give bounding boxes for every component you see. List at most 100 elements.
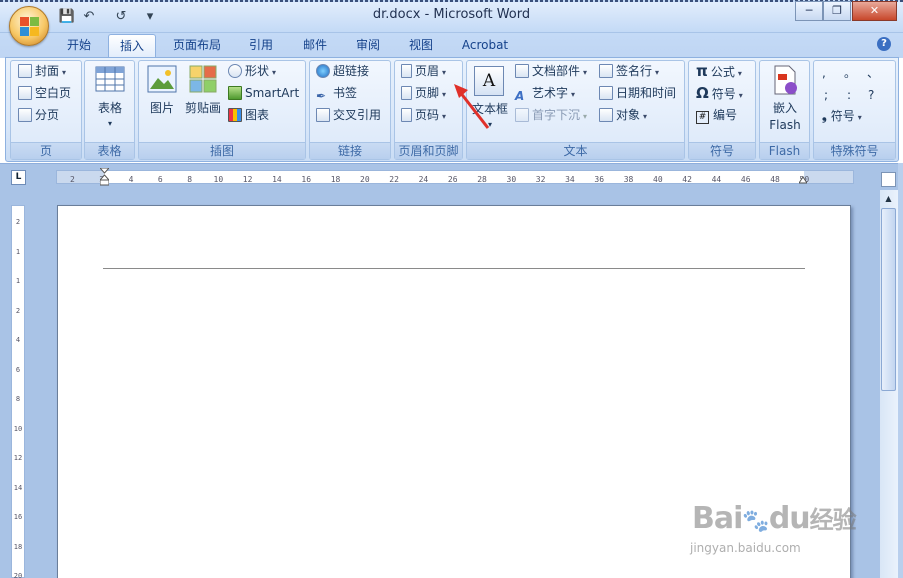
bookmark-icon: ✒ xyxy=(316,89,327,103)
blank-page-button[interactable]: 空白页 xyxy=(18,84,71,103)
symbol-button[interactable]: Ω 符号 ▾ xyxy=(696,84,743,103)
hyperlink-button[interactable]: 超链接 xyxy=(316,62,369,81)
date-time-label: 日期和时间 xyxy=(616,86,677,100)
ruler-tick-label: 14 xyxy=(272,175,282,184)
ruler-tick-label: 18 xyxy=(13,542,23,551)
ruler-tick-label: 2 xyxy=(70,175,75,184)
page-number-button[interactable]: 页码 ▾ xyxy=(401,106,446,125)
tab-review[interactable]: 审阅 xyxy=(347,34,389,58)
comma-symbol-button[interactable]: , xyxy=(822,64,832,83)
clipart-button[interactable]: 剪贴画 xyxy=(183,64,223,124)
picture-button[interactable]: 图片 xyxy=(144,64,180,124)
table-button[interactable]: 表格 ▾ xyxy=(89,64,131,136)
enumeration-comma-symbol-button[interactable]: 、 xyxy=(867,64,879,83)
restore-button[interactable]: ❐ xyxy=(823,1,851,21)
tab-mailings[interactable]: 邮件 xyxy=(294,34,336,58)
special-symbol-button[interactable]: ❟ 符号 ▾ xyxy=(822,107,862,126)
special-symbol-label: 符号 xyxy=(830,109,855,123)
ruler-tick-label: 40 xyxy=(653,175,663,184)
ruler-tick-label: 4 xyxy=(15,336,21,344)
colon-symbol-button[interactable]: : xyxy=(847,86,857,105)
help-icon[interactable]: ? xyxy=(877,37,891,51)
picture-icon xyxy=(147,65,177,93)
tab-selector-button[interactable]: L xyxy=(11,170,26,185)
group-label: 页眉和页脚 xyxy=(395,142,462,159)
object-label: 对象 xyxy=(616,108,641,122)
picture-label: 图片 xyxy=(149,101,174,115)
tab-insert[interactable]: 插入 xyxy=(108,34,156,58)
indent-marker-icon[interactable] xyxy=(98,167,111,186)
page-break-icon xyxy=(18,108,32,122)
ruler-tick-label: 1 xyxy=(15,277,21,285)
wordart-label: 艺术字 xyxy=(532,86,569,100)
ruler-tick-label: 20 xyxy=(360,175,370,184)
ruler-tick-label: 44 xyxy=(711,175,722,184)
embed-flash-button[interactable]: 嵌入 Flash xyxy=(763,64,807,136)
left-margin-strip xyxy=(0,190,56,578)
right-indent-marker-icon[interactable] xyxy=(798,173,808,184)
ruler-tick-label: 22 xyxy=(389,175,399,184)
tab-references[interactable]: 引用 xyxy=(240,34,282,58)
cover-page-label: 封面 xyxy=(35,64,60,78)
office-button[interactable] xyxy=(9,6,49,46)
chart-button[interactable]: 图表 xyxy=(228,106,269,125)
tab-view[interactable]: 视图 xyxy=(400,34,442,58)
symbol-label: 符号 xyxy=(711,87,736,101)
flash-icon xyxy=(774,65,797,95)
chart-label: 图表 xyxy=(245,108,270,122)
footer-label: 页脚 xyxy=(415,86,440,100)
ruler-tick-label: 1 xyxy=(15,247,21,256)
table-icon xyxy=(95,66,125,92)
group-label: 文本 xyxy=(467,142,684,159)
equation-button[interactable]: π 公式 ▾ xyxy=(696,62,742,81)
ruler-tick-label: 12 xyxy=(242,175,253,184)
drop-cap-label: 首字下沉 xyxy=(532,108,581,122)
signature-line-icon xyxy=(599,64,613,78)
vertical-ruler[interactable]: 2 1 1 2 4 6 8 10 12 14 16 18 20 xyxy=(11,205,25,578)
cross-reference-button[interactable]: 交叉引用 xyxy=(316,106,381,125)
question-symbol-button[interactable]: ? xyxy=(868,86,878,105)
signature-line-button[interactable]: 签名行 ▾ xyxy=(599,62,659,81)
numbering-button[interactable]: # 编号 xyxy=(696,106,737,125)
ruler-tick-label: 26 xyxy=(447,175,458,184)
horizontal-ruler[interactable]: 2246810121416182022242628303234363840424… xyxy=(56,170,854,184)
view-ruler-toggle-icon[interactable] xyxy=(881,172,896,187)
hyperlink-label: 超链接 xyxy=(333,64,370,78)
footer-button[interactable]: 页脚 ▾ xyxy=(401,84,446,103)
object-button[interactable]: 对象 ▾ xyxy=(599,106,647,125)
tab-acrobat[interactable]: Acrobat xyxy=(454,34,516,58)
pi-icon: π xyxy=(696,62,708,80)
cross-reference-label: 交叉引用 xyxy=(333,108,382,122)
chart-icon xyxy=(228,108,242,122)
semicolon-symbol-button[interactable]: ; xyxy=(824,86,834,105)
wordart-button[interactable]: A 艺术字 ▾ xyxy=(515,84,575,103)
header-button[interactable]: 页眉 ▾ xyxy=(401,62,446,81)
equation-label: 公式 xyxy=(710,65,735,79)
minimize-button[interactable]: ─ xyxy=(795,1,823,21)
bookmark-button[interactable]: ✒ 书签 xyxy=(316,84,357,103)
wordart-icon: A xyxy=(515,89,525,103)
page-break-button[interactable]: 分页 xyxy=(18,106,59,125)
cover-page-icon xyxy=(18,64,32,78)
tab-page-layout[interactable]: 页面布局 xyxy=(166,34,228,58)
scroll-thumb[interactable] xyxy=(881,208,896,391)
numbering-label: 编号 xyxy=(713,108,738,122)
tab-home[interactable]: 开始 xyxy=(58,34,100,58)
embed-flash-label-2: Flash xyxy=(769,118,801,132)
shapes-icon xyxy=(228,64,242,78)
date-time-button[interactable]: 日期和时间 xyxy=(599,84,676,103)
close-button[interactable]: ✕ xyxy=(852,1,897,21)
drop-cap-button[interactable]: 首字下沉 ▾ xyxy=(515,106,587,125)
cover-page-button[interactable]: 封面 ▾ xyxy=(18,62,66,81)
smartart-button[interactable]: SmartArt xyxy=(228,84,299,103)
shapes-button[interactable]: 形状 ▾ xyxy=(228,62,276,81)
quick-parts-label: 文档部件 xyxy=(532,64,581,78)
period-symbol-button[interactable]: 。 xyxy=(844,64,856,83)
blank-page-icon xyxy=(18,86,32,100)
object-icon xyxy=(599,108,613,122)
scroll-up-icon[interactable]: ▲ xyxy=(881,192,896,206)
quick-parts-button[interactable]: 文档部件 ▾ xyxy=(515,62,587,81)
ruler-tick-label: 18 xyxy=(330,175,341,184)
group-label: 页 xyxy=(11,142,81,159)
ruler-tick-label: 8 xyxy=(15,395,21,403)
